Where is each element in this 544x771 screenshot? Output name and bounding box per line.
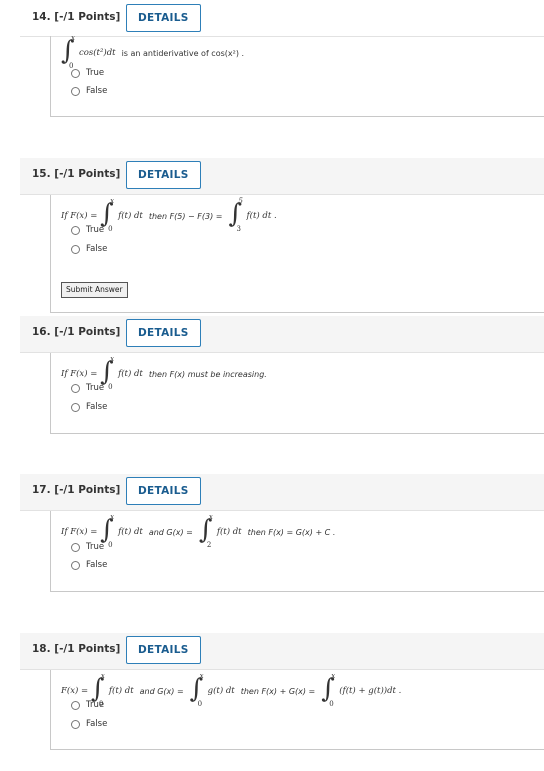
option-true[interactable]: True: [71, 225, 104, 235]
radio-false[interactable]: [71, 86, 80, 96]
question-number: 17. [-/1 Points]: [32, 484, 121, 496]
question-header: 18. [-/1 Points] DETAILS: [20, 633, 544, 670]
question-body: ∫ x 0 cos(t²)dt is an antiderivative of co…: [50, 34, 544, 117]
question-number: 16. [-/1 Points]: [32, 326, 121, 338]
radio-true[interactable]: [71, 68, 80, 78]
question-header: 14. [-/1 Points] DETAILS: [20, 0, 544, 37]
integral-sign: ∫ x 0: [189, 672, 204, 708]
integral-sign: ∫ x 2: [198, 513, 213, 549]
details-button[interactable]: DETAILS: [126, 161, 201, 189]
details-button[interactable]: DETAILS: [126, 477, 201, 505]
radio-true[interactable]: [71, 700, 80, 710]
radio-false[interactable]: [71, 402, 80, 412]
integral-sign: ∫ x 0: [61, 34, 75, 70]
question-number: 18. [-/1 Points]: [32, 643, 121, 655]
question-body: If F(x) = ∫ x 0 f(t) dt then F(5) − F(3) =…: [50, 195, 544, 313]
radio-false[interactable]: [71, 560, 80, 570]
option-false[interactable]: False: [71, 719, 107, 729]
radio-false[interactable]: [71, 719, 80, 729]
option-false[interactable]: False: [71, 402, 107, 412]
question-body: If F(x) = ∫ x 0 f(t) dt and G(x) = ∫ x 2 f(t…: [50, 511, 544, 592]
option-false[interactable]: False: [71, 244, 107, 254]
details-button[interactable]: DETAILS: [126, 636, 201, 664]
radio-true[interactable]: [71, 225, 80, 235]
option-false[interactable]: False: [71, 560, 107, 570]
question-header: 15. [-/1 Points] DETAILS: [20, 158, 544, 195]
question-number: 15. [-/1 Points]: [32, 168, 121, 180]
question-header: 16. [-/1 Points] DETAILS: [20, 316, 544, 353]
radio-true[interactable]: [71, 383, 80, 393]
integral-sign: ∫ 5 3: [228, 197, 243, 233]
option-true[interactable]: True: [71, 68, 104, 78]
details-button[interactable]: DETAILS: [126, 4, 201, 32]
option-true[interactable]: True: [71, 700, 104, 710]
question-statement: ∫ x 0 cos(t²)dt is an antiderivative of co…: [61, 34, 245, 70]
question-header: 17. [-/1 Points] DETAILS: [20, 474, 544, 511]
question-statement: F(x) = ∫ x 0 f(t) dt and G(x) = ∫ x 0 g(t) d…: [61, 672, 402, 708]
integral-sign: ∫ x 0: [321, 672, 336, 708]
option-true[interactable]: True: [71, 383, 104, 393]
question-body: If F(x) = ∫ x 0 f(t) dt then F(x) must be …: [50, 353, 544, 434]
radio-true[interactable]: [71, 542, 80, 552]
question-number: 14. [-/1 Points]: [32, 11, 121, 23]
option-true[interactable]: True: [71, 542, 104, 552]
question-body: F(x) = ∫ x 0 f(t) dt and G(x) = ∫ x 0 g(t) d…: [50, 670, 544, 750]
details-button[interactable]: DETAILS: [126, 319, 201, 347]
submit-answer-button[interactable]: Submit Answer: [61, 282, 128, 298]
radio-false[interactable]: [71, 244, 80, 254]
option-false[interactable]: False: [71, 86, 107, 96]
